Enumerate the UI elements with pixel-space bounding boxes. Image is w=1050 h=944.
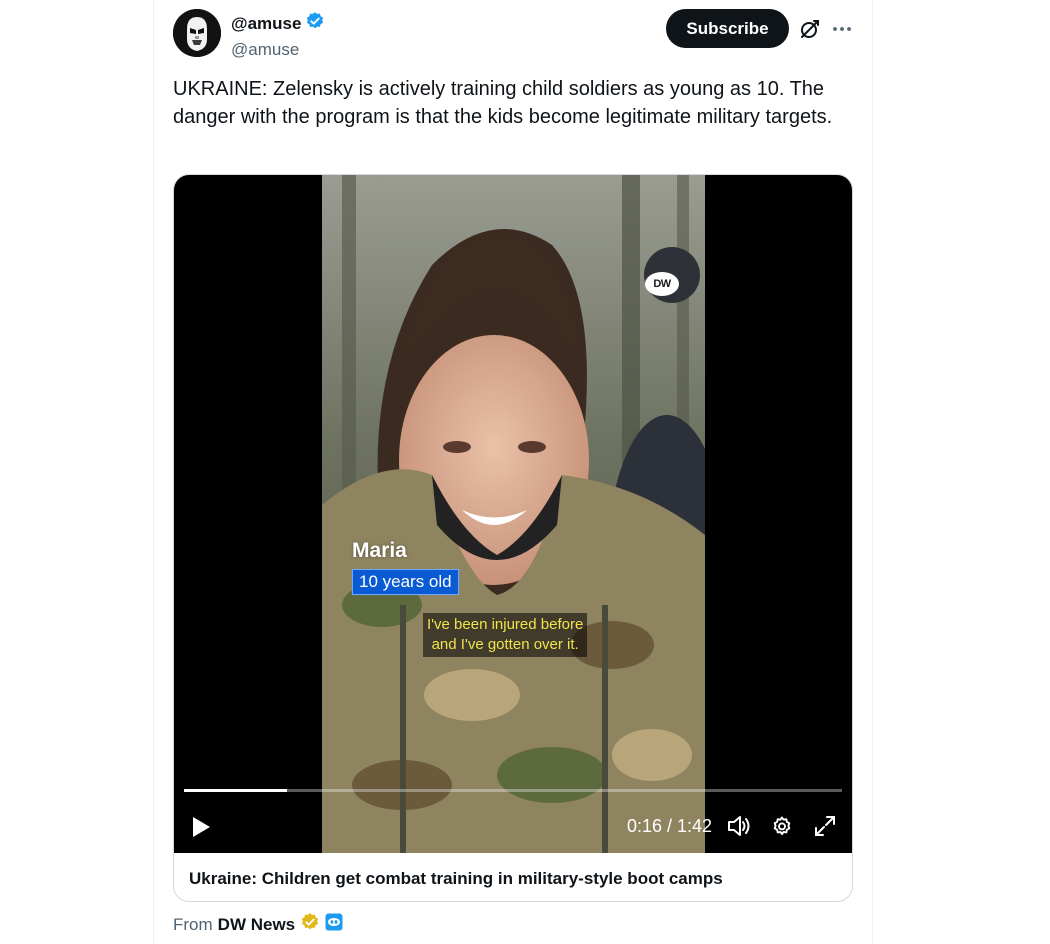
video-time-display: 0:16 / 1:42 (627, 816, 713, 836)
subtitle-line-2: and I've gotten over it. (431, 636, 579, 653)
column-border-left (153, 0, 154, 944)
source-attribution: From DW News (173, 912, 343, 937)
verified-gold-badge-icon (300, 912, 320, 937)
video-name-caption: Maria (352, 539, 407, 562)
verified-badge-icon (305, 11, 325, 36)
dw-watermark: DW (645, 272, 679, 296)
affiliate-badge-icon (325, 913, 343, 936)
fullscreen-icon[interactable] (813, 814, 837, 838)
from-label: From (173, 914, 213, 934)
source-name[interactable]: DW News (218, 915, 295, 935)
grok-icon[interactable] (798, 17, 822, 41)
subtitle-line-1: I've been injured before (427, 616, 584, 633)
settings-icon[interactable] (770, 814, 794, 838)
media-card[interactable]: DW Maria 10 years old I've been injured … (173, 174, 853, 902)
video-subtitle: I've been injured before and I've gotten… (423, 613, 588, 657)
video-progress-fill (184, 789, 288, 792)
video-player[interactable]: DW Maria 10 years old I've been injured … (174, 175, 852, 853)
subscribe-button[interactable]: Subscribe (666, 9, 789, 48)
post-author: @amuse @amuse (231, 11, 325, 60)
display-name[interactable]: @amuse (231, 14, 301, 34)
video-age-caption: 10 years old (352, 569, 459, 595)
more-icon[interactable] (830, 17, 854, 41)
play-icon[interactable] (190, 815, 212, 839)
volume-icon[interactable] (726, 813, 752, 839)
avatar[interactable] (173, 9, 221, 57)
column-border-right (872, 0, 873, 944)
user-handle[interactable]: @amuse (231, 40, 325, 60)
card-title[interactable]: Ukraine: Children get combat training in… (189, 869, 723, 889)
post-text: UKRAINE: Zelensky is actively training c… (173, 78, 833, 128)
video-progress-bar[interactable] (184, 789, 842, 792)
